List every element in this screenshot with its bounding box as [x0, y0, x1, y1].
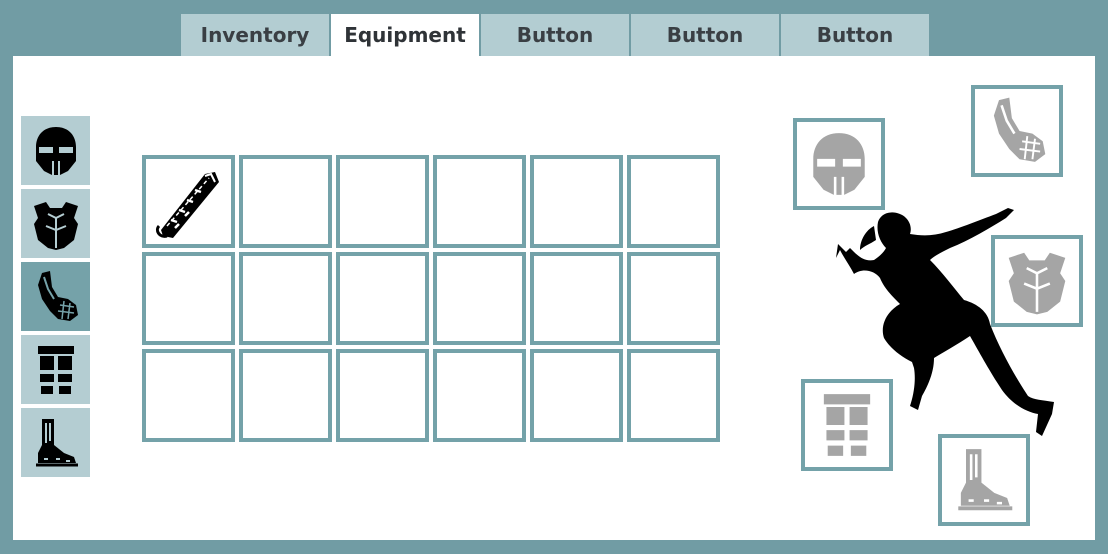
- equip-slot-hands[interactable]: [971, 85, 1063, 177]
- gauntlet-icon: [993, 97, 1046, 162]
- inventory-slot[interactable]: [433, 252, 526, 345]
- inventory-slot[interactable]: [433, 155, 526, 248]
- inventory-slot[interactable]: [142, 252, 235, 345]
- inventory-slot[interactable]: [239, 349, 332, 442]
- tab-button-1[interactable]: Button: [481, 14, 629, 56]
- chest-armor-icon: [1008, 252, 1066, 315]
- tab-button-3[interactable]: Button: [781, 14, 929, 56]
- equip-slot-feet[interactable]: [938, 434, 1030, 526]
- tab-inventory[interactable]: Inventory: [181, 14, 329, 56]
- tab-button-2[interactable]: Button: [631, 14, 779, 56]
- inventory-slot[interactable]: [142, 349, 235, 442]
- sidebar-item-leg-armor[interactable]: [21, 335, 90, 404]
- sidebar-item-chest-armor[interactable]: [21, 189, 90, 258]
- sidebar-item-gauntlet[interactable]: [21, 262, 90, 331]
- chest-armor-icon: [33, 201, 78, 250]
- inventory-slot[interactable]: [530, 252, 623, 345]
- inventory-slot[interactable]: [530, 349, 623, 442]
- inventory-slot[interactable]: [142, 155, 235, 248]
- leg-armor-icon: [37, 345, 74, 394]
- boot-icon: [35, 418, 78, 466]
- equip-slot-legs[interactable]: [801, 379, 893, 471]
- boot-icon: [958, 449, 1013, 511]
- inventory-slot[interactable]: [433, 349, 526, 442]
- inventory-slot[interactable]: [239, 252, 332, 345]
- helmet-icon: [35, 126, 76, 175]
- inventory-slot[interactable]: [336, 349, 429, 442]
- tab-bar: Inventory Equipment Button Button Button: [181, 14, 931, 56]
- category-sidebar: [21, 116, 90, 481]
- inventory-slot[interactable]: [627, 155, 720, 248]
- leg-armor-icon: [823, 394, 871, 456]
- sidebar-item-boot[interactable]: [21, 408, 90, 477]
- inventory-slot[interactable]: [336, 252, 429, 345]
- inventory-slot[interactable]: [336, 155, 429, 248]
- inventory-slot[interactable]: [627, 252, 720, 345]
- bracer-icon[interactable]: [151, 164, 227, 240]
- gauntlet-icon: [37, 270, 78, 321]
- helmet-icon: [813, 133, 865, 195]
- inventory-slot[interactable]: [239, 155, 332, 248]
- inventory-grid: [142, 155, 720, 442]
- tab-equipment[interactable]: Equipment: [331, 14, 479, 56]
- inventory-slot[interactable]: [530, 155, 623, 248]
- equip-slot-head[interactable]: [793, 118, 885, 210]
- equip-slot-chest[interactable]: [991, 235, 1083, 327]
- sidebar-item-helmet[interactable]: [21, 116, 90, 185]
- inventory-slot[interactable]: [627, 349, 720, 442]
